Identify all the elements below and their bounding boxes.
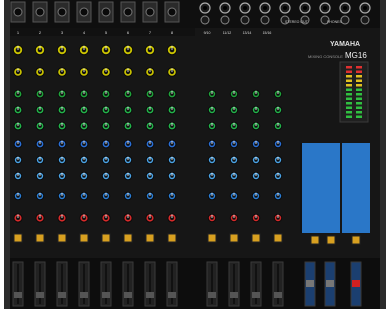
group-button[interactable]: [351, 235, 361, 245]
phones-label: PHONES: [327, 20, 342, 24]
on-button[interactable]: [101, 233, 111, 243]
fader-cap[interactable]: [230, 292, 238, 298]
brand-logo: YAMAHA: [330, 41, 360, 48]
master-panel: [342, 143, 370, 233]
series-label: MIXING CONSOLE: [308, 54, 343, 59]
line-input-jack[interactable]: [220, 15, 230, 25]
line-input-jack[interactable]: [340, 15, 350, 25]
fader-cap[interactable]: [168, 292, 176, 298]
fader-cap[interactable]: [36, 292, 44, 298]
level-meter: [339, 61, 369, 123]
fader-cap[interactable]: [124, 292, 132, 298]
stereo-out-label: STEREO OUT: [285, 20, 309, 24]
mixer-illustration: 1 2 3 4 5 6 7 8 9/10 11/12 13/14 15/16 YAMAHA MIXIN…: [4, 0, 386, 309]
on-button[interactable]: [79, 233, 89, 243]
channel-number: 11/12: [223, 31, 232, 35]
model-label: MG16: [345, 51, 367, 60]
on-button[interactable]: [229, 233, 239, 243]
line-input-jack[interactable]: [240, 15, 250, 25]
channel-number-strip: [10, 28, 195, 36]
fader-cap[interactable]: [58, 292, 66, 298]
fader-cap[interactable]: [14, 292, 22, 298]
fader-cap[interactable]: [146, 292, 154, 298]
group-button[interactable]: [310, 235, 320, 245]
master-fader-cap[interactable]: [352, 280, 360, 287]
on-button[interactable]: [145, 233, 155, 243]
on-button[interactable]: [207, 233, 217, 243]
master-section: [300, 143, 370, 233]
line-input-jack[interactable]: [260, 15, 270, 25]
line-input-jack[interactable]: [200, 15, 210, 25]
channel-number: 9/10: [204, 31, 211, 35]
fader-cap[interactable]: [80, 292, 88, 298]
master-fader-cap[interactable]: [306, 280, 314, 287]
fader-cap[interactable]: [252, 292, 260, 298]
right-side-panel: [380, 0, 386, 309]
on-button[interactable]: [13, 233, 23, 243]
on-button[interactable]: [273, 233, 283, 243]
left-side-panel: [4, 0, 10, 309]
fader-cap[interactable]: [102, 292, 110, 298]
on-button[interactable]: [167, 233, 177, 243]
group-panel: [302, 143, 340, 233]
channel-number: 15/16: [263, 31, 272, 35]
on-button[interactable]: [57, 233, 67, 243]
fader-cap[interactable]: [274, 292, 282, 298]
line-input-jack[interactable]: [360, 15, 370, 25]
channel-number: 13/14: [243, 31, 252, 35]
master-fader-cap[interactable]: [326, 280, 334, 287]
fader-cap[interactable]: [208, 292, 216, 298]
on-button[interactable]: [123, 233, 133, 243]
on-button[interactable]: [35, 233, 45, 243]
group-button[interactable]: [326, 235, 336, 245]
on-button[interactable]: [251, 233, 261, 243]
